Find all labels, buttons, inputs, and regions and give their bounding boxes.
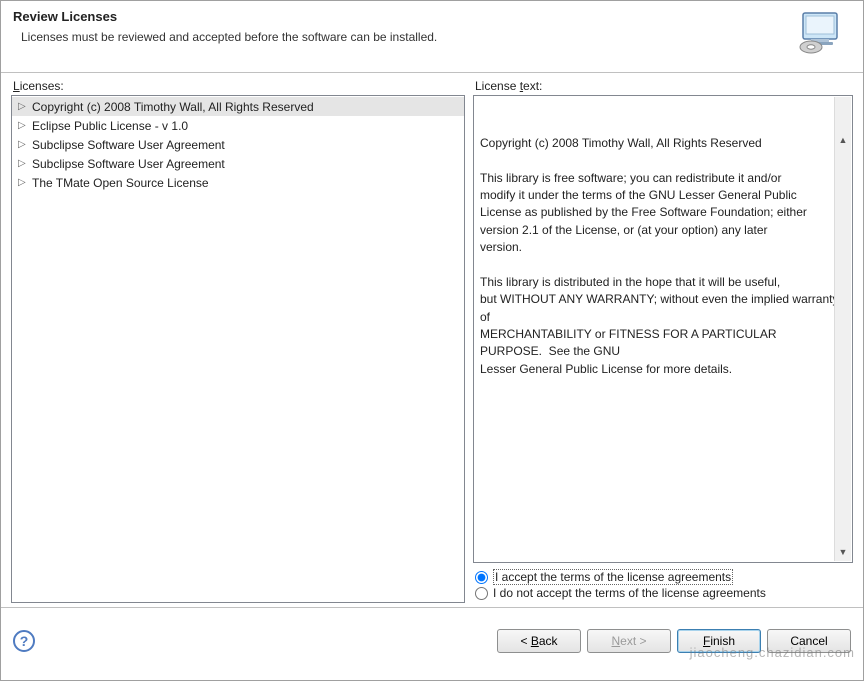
licenses-column: Licenses: ▷Copyright (c) 2008 Timothy Wa… [7, 79, 469, 603]
license-tree-item[interactable]: ▷The TMate Open Source License [12, 173, 464, 192]
tree-expand-icon[interactable]: ▷ [18, 158, 30, 169]
license-text-content: Copyright (c) 2008 Timothy Wall, All Rig… [480, 135, 846, 378]
page-subtitle: Licenses must be reviewed and accepted b… [13, 30, 797, 44]
license-tree-item-label: The TMate Open Source License [30, 176, 209, 190]
header-text-block: Review Licenses Licenses must be reviewe… [13, 9, 797, 44]
cancel-button[interactable]: Cancel [767, 629, 851, 653]
license-tree-item-label: Copyright (c) 2008 Timothy Wall, All Rig… [30, 100, 314, 114]
decline-radio-label: I do not accept the terms of the license… [493, 586, 766, 600]
accept-radio[interactable] [475, 571, 488, 584]
content-area: Licenses: ▷Copyright (c) 2008 Timothy Wa… [1, 73, 863, 607]
tree-expand-icon[interactable]: ▷ [18, 139, 30, 150]
licenses-label: Licenses: [11, 79, 465, 93]
dialog-footer: ? < Back Next > Finish Cancel [1, 607, 863, 673]
license-text-label: License text: [473, 79, 853, 93]
scroll-up-icon[interactable]: ▲ [835, 132, 851, 149]
scroll-down-icon[interactable]: ▼ [835, 544, 851, 561]
license-tree-item[interactable]: ▷Subclipse Software User Agreement [12, 135, 464, 154]
license-text-area[interactable]: Copyright (c) 2008 Timothy Wall, All Rig… [473, 95, 853, 563]
install-wizard-icon [797, 9, 845, 57]
license-tree-item[interactable]: ▷Eclipse Public License - v 1.0 [12, 116, 464, 135]
license-tree-item[interactable]: ▷Copyright (c) 2008 Timothy Wall, All Ri… [12, 97, 464, 116]
page-title: Review Licenses [13, 9, 797, 24]
license-tree-item[interactable]: ▷Subclipse Software User Agreement [12, 154, 464, 173]
license-tree-item-label: Subclipse Software User Agreement [30, 138, 225, 152]
finish-button[interactable]: Finish [677, 629, 761, 653]
vertical-scrollbar[interactable]: ▲ ▼ [834, 97, 851, 561]
license-tree-item-label: Subclipse Software User Agreement [30, 157, 225, 171]
accept-radio-row[interactable]: I accept the terms of the license agreem… [475, 569, 851, 585]
license-acceptance-group: I accept the terms of the license agreem… [473, 563, 853, 603]
accept-radio-label: I accept the terms of the license agreem… [493, 570, 733, 584]
decline-radio[interactable] [475, 587, 488, 600]
license-text-column: License text: Copyright (c) 2008 Timothy… [469, 79, 857, 603]
tree-expand-icon[interactable]: ▷ [18, 101, 30, 112]
help-icon[interactable]: ? [13, 630, 35, 652]
next-button[interactable]: Next > [587, 629, 671, 653]
tree-expand-icon[interactable]: ▷ [18, 177, 30, 188]
license-tree-item-label: Eclipse Public License - v 1.0 [30, 119, 188, 133]
back-button[interactable]: < Back [497, 629, 581, 653]
decline-radio-row[interactable]: I do not accept the terms of the license… [475, 585, 851, 601]
licenses-tree[interactable]: ▷Copyright (c) 2008 Timothy Wall, All Ri… [11, 95, 465, 603]
tree-expand-icon[interactable]: ▷ [18, 120, 30, 131]
dialog-header: Review Licenses Licenses must be reviewe… [1, 1, 863, 73]
